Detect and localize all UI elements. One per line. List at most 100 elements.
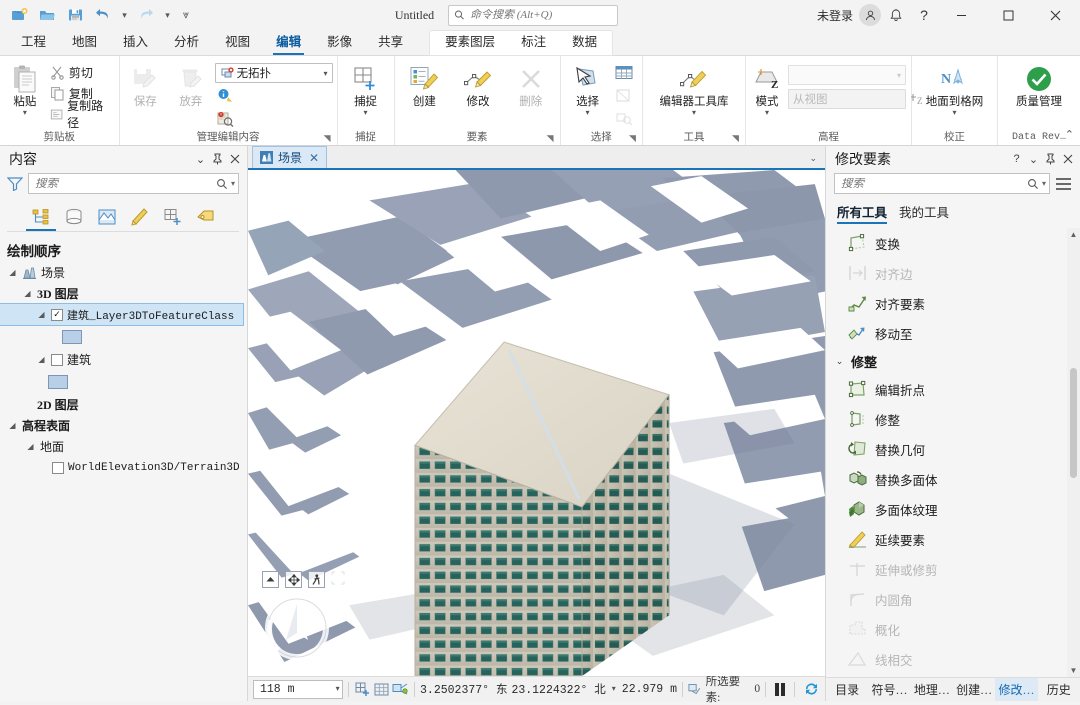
modify-close-icon[interactable] [1059,149,1076,169]
snapping-button[interactable]: 捕捉 ▾ [342,61,390,117]
tool-move-to[interactable]: 移动至 [826,318,1067,348]
pan-up-icon[interactable] [262,571,279,588]
close-button[interactable] [1033,0,1078,30]
expand-triangle-icon[interactable]: ◢ [7,268,18,277]
create-features-button[interactable]: 创建 [399,61,451,109]
customize-qat-icon[interactable]: ⩔ [176,3,196,27]
expand-triangle-icon[interactable]: ◢ [7,421,18,430]
view-tab-scene[interactable]: 场景 ✕ [252,146,328,168]
navigator-compass[interactable] [261,592,333,664]
tool-generalize[interactable]: 概化 [826,614,1067,644]
dock-tab-catalog[interactable]: 目录 [826,678,868,701]
walk-icon[interactable] [308,571,325,588]
search-icon[interactable] [216,178,228,190]
scene-3d-render[interactable] [248,170,825,676]
modify-tools-scrollbar[interactable]: ▲ ▼ [1067,228,1080,677]
tab-all-tools[interactable]: 所有工具 [837,202,888,224]
tool-align-edge[interactable]: 对齐边 [826,258,1067,288]
tool-transform[interactable]: 变换 [826,228,1067,258]
filter-icon[interactable] [7,176,23,191]
redo-dropdown-icon[interactable]: ▾ [161,3,174,27]
ribbon-tab-project[interactable]: 工程 [8,31,59,55]
dock-tab-history[interactable]: 历史 [1038,678,1080,701]
snapping-dropdown-icon[interactable]: ▾ [364,109,368,117]
coordinate-format-dropdown-icon[interactable]: ▾ [610,684,618,694]
help-icon[interactable]: ? [911,3,937,27]
expand-triangle-icon[interactable]: ◢ [36,310,47,319]
save-project-icon[interactable] [62,3,88,27]
quality-management-button[interactable]: 质量管理 [1002,61,1076,109]
ribbon-tab-imagery[interactable]: 影像 [314,31,365,55]
view-tabbar-overflow-icon[interactable]: ⌄ [809,153,825,168]
modify-features-button[interactable]: 修改 [453,61,503,109]
ribbon-tab-analysis[interactable]: 分析 [161,31,212,55]
tree-item-world-elevation[interactable]: WorldElevation3D/Terrain3D [0,457,247,478]
tool-reshape[interactable]: 修整 [826,404,1067,434]
redo-icon[interactable] [133,3,159,27]
scene-viewport[interactable] [248,170,825,676]
minimize-button[interactable] [939,0,984,30]
tree-item-ground[interactable]: ◢ 地面 [0,436,247,457]
dock-tab-modify-features[interactable]: 修改… [995,678,1038,701]
tree-item-3d-layers[interactable]: ◢ 3D 图层 [0,283,247,304]
attribute-table-button[interactable] [613,62,635,82]
command-search-box[interactable] [448,4,619,26]
paste-button[interactable]: 粘贴 ▾ [4,61,46,117]
dock-tab-geoprocessing[interactable]: 地理… [911,678,953,701]
dock-tab-create-features[interactable]: 创建… [953,678,995,701]
ribbon-tab-feature-layer[interactable]: 要素图层 [432,31,508,55]
modify-menu-icon[interactable]: ⌄ [1025,149,1042,169]
collapse-triangle-icon[interactable]: ⌄ [834,356,845,367]
ribbon-tab-data[interactable]: 数据 [559,31,610,55]
list-by-data-source-icon[interactable] [62,204,86,230]
error-inspector-button[interactable] [215,109,236,129]
editor-toolbox-dropdown-icon[interactable]: ▾ [692,109,696,117]
contents-tree[interactable]: 绘制顺序 ◢ 场景 ◢ 3D 图层 ◢ ✓ 建筑_Layer3DToFeatur… [0,232,247,701]
layer-visibility-checkbox[interactable] [52,461,64,474]
ribbon-tab-share[interactable]: 共享 [365,31,416,55]
contents-search-input[interactable] [35,177,213,190]
ground-to-grid-button[interactable]: N 地面到格网 ▾ [916,61,993,117]
select-by-attributes-button[interactable] [613,85,635,105]
ribbon-tab-edit[interactable]: 编辑 [263,31,314,55]
move-icon[interactable] [285,571,302,588]
hamburger-menu-icon[interactable] [1055,177,1072,191]
refresh-button[interactable] [800,681,823,697]
ground-to-grid-dropdown-icon[interactable]: ▾ [952,109,956,117]
expand-triangle-icon[interactable]: ◢ [22,289,33,298]
tree-item-building[interactable]: ◢ 建筑 [0,349,247,370]
collapse-ribbon-icon[interactable]: ⌃ [1065,128,1074,141]
sign-in-label[interactable]: 未登录 [817,7,853,24]
section-reshape[interactable]: ⌄ 修整 [826,348,1067,374]
ribbon-tab-insert[interactable]: 插入 [110,31,161,55]
expand-triangle-icon[interactable]: ◢ [36,355,47,364]
ribbon-tab-labeling[interactable]: 标注 [508,31,559,55]
tree-item-2d-layers[interactable]: ◢ 2D 图层 [0,394,247,415]
symbol-swatch[interactable] [48,375,68,389]
modify-tools-list[interactable]: 变换 对齐边 对齐要素 移动至 ⌄ 修整 编辑折点 修整 替换几何 替换多面体 … [826,228,1080,677]
modify-help-icon[interactable]: ? [1008,149,1025,169]
edit-attributes-button[interactable] [215,86,236,106]
scroll-down-icon[interactable]: ▼ [1070,664,1078,677]
grid-icon[interactable] [372,679,391,699]
search-icon[interactable] [1027,178,1039,190]
tool-align-features[interactable]: 对齐要素 [826,288,1067,318]
new-project-icon[interactable] [6,3,32,27]
modify-search-box[interactable]: ▾ [834,173,1050,194]
list-by-labeling-icon[interactable] [194,204,218,230]
tab-my-tools[interactable]: 我的工具 [899,202,949,224]
contents-search-dropdown-icon[interactable]: ▾ [231,179,235,188]
manage-edits-dialog-launcher[interactable]: ◥ [324,133,335,144]
tree-item-elevation-surfaces[interactable]: ◢ 高程表面 [0,415,247,436]
select-button[interactable]: 选择 ▾ [565,61,611,117]
discard-edits-button[interactable]: 放弃 [169,61,213,109]
tool-fillet[interactable]: 内圆角 [826,584,1067,614]
command-search-input[interactable] [469,9,613,21]
maximize-button[interactable] [986,0,1031,30]
map-scale-dropdown-icon[interactable]: ▾ [336,684,340,694]
dock-tab-symbology[interactable]: 符号… [868,678,910,701]
tool-edit-vertices[interactable]: 编辑折点 [826,374,1067,404]
full-control-icon[interactable] [331,571,347,587]
elevation-surface-combo[interactable]: ▾ [788,65,906,85]
contents-search-box[interactable]: ▾ [28,173,239,194]
